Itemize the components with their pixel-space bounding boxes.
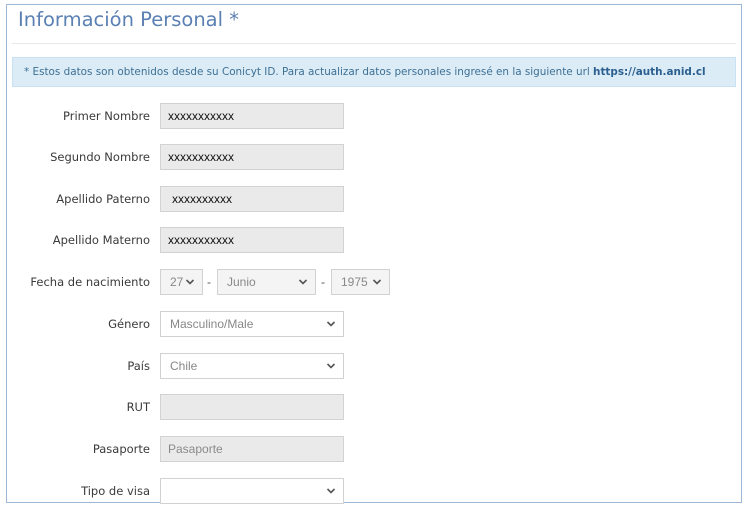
tipo-visa-select[interactable] [160, 478, 344, 504]
pais-select[interactable]: Chile [160, 353, 344, 379]
row-apellido-paterno: Apellido Paterno xxxxxxxxxx [7, 186, 743, 212]
primer-nombre-label: Primer Nombre [62, 109, 150, 123]
section-title: Información Personal * [18, 8, 239, 31]
title-divider [12, 43, 736, 44]
apellido-materno-field[interactable]: xxxxxxxxxxx [160, 227, 344, 253]
chevron-down-icon [185, 279, 195, 285]
genero-value: Masculino/Male [170, 317, 254, 331]
tipo-visa-label: Tipo de visa [81, 484, 150, 498]
personal-info-panel: Información Personal * * Estos datos son… [6, 4, 743, 504]
primer-nombre-field[interactable]: xxxxxxxxxxx [160, 103, 344, 129]
fecha-nacimiento-label: Fecha de nacimiento [30, 275, 150, 289]
genero-label: Género [108, 317, 150, 331]
row-pais: País Chile [7, 353, 743, 379]
apellido-paterno-label: Apellido Paterno [56, 192, 150, 206]
birth-month-select[interactable]: Junio [217, 269, 316, 295]
pais-value: Chile [170, 359, 198, 373]
row-primer-nombre: Primer Nombre xxxxxxxxxxx [7, 103, 743, 129]
pais-label: País [127, 359, 150, 373]
pasaporte-field[interactable]: Pasaporte [160, 436, 344, 462]
row-apellido-materno: Apellido Materno xxxxxxxxxxx [7, 227, 743, 253]
birth-month-value: Junio [227, 275, 256, 289]
apellido-paterno-field[interactable]: xxxxxxxxxx [160, 186, 344, 212]
birth-day-value: 27 [170, 275, 184, 289]
apellido-materno-label: Apellido Materno [52, 233, 150, 247]
info-banner-text: * Estos datos son obtenidos desde su Con… [24, 66, 594, 78]
row-rut: RUT [7, 394, 743, 420]
row-tipo-visa: Tipo de visa [7, 478, 743, 504]
info-banner: * Estos datos son obtenidos desde su Con… [12, 57, 736, 87]
row-pasaporte: Pasaporte Pasaporte [7, 436, 743, 462]
date-separator: - [321, 275, 325, 289]
row-fecha-nacimiento: Fecha de nacimiento 27 - Junio - 1975 [7, 269, 743, 295]
birth-year-value: 1975 [341, 275, 368, 289]
pasaporte-label: Pasaporte [92, 442, 150, 456]
chevron-down-icon [326, 321, 336, 327]
chevron-down-icon [326, 488, 336, 494]
row-segundo-nombre: Segundo Nombre xxxxxxxxxxx [7, 144, 743, 170]
genero-select[interactable]: Masculino/Male [160, 311, 344, 337]
date-separator: - [207, 275, 211, 289]
chevron-down-icon [298, 279, 308, 285]
birth-day-select[interactable]: 27 [160, 269, 203, 295]
auth-url-link[interactable]: https://auth.anid.cl [593, 66, 706, 78]
chevron-down-icon [326, 363, 336, 369]
birth-year-select[interactable]: 1975 [331, 269, 390, 295]
rut-field[interactable] [160, 394, 344, 420]
row-genero: Género Masculino/Male [7, 311, 743, 337]
segundo-nombre-field[interactable]: xxxxxxxxxxx [160, 144, 344, 170]
chevron-down-icon [372, 279, 382, 285]
segundo-nombre-label: Segundo Nombre [50, 150, 150, 164]
rut-label: RUT [126, 400, 150, 414]
